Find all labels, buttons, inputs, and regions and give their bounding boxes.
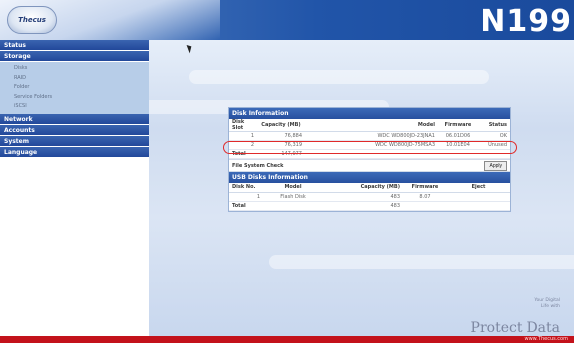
usb-total-capacity: 483 xyxy=(323,201,403,211)
tagline-right: Your Digital Life with Data xyxy=(526,298,560,336)
menu-network[interactable]: Network xyxy=(0,113,149,125)
usb-total-label: Total xyxy=(229,201,263,211)
submenu-iscsi[interactable]: iSCSI xyxy=(0,102,149,112)
logo-text: Thecus xyxy=(18,16,46,24)
menu-storage[interactable]: Storage xyxy=(0,51,149,62)
apply-button[interactable]: Apply xyxy=(484,160,507,171)
menu-system[interactable]: System xyxy=(0,135,149,147)
file-system-check-label: File System Check xyxy=(232,162,284,169)
menu-status[interactable]: Status xyxy=(0,40,149,51)
firmware-cell: 06.01D06 xyxy=(438,131,478,141)
tagline-small-2: Life with xyxy=(540,304,560,309)
col-usb-capacity: Capacity (MB) xyxy=(323,183,403,193)
submenu-raid[interactable]: RAID xyxy=(0,74,149,84)
footer-bar: www.Thecus.com xyxy=(0,336,574,343)
col-usb-model: Model xyxy=(263,183,323,193)
capacity-cell: 76,884 xyxy=(257,131,305,141)
usb-eject-cell[interactable] xyxy=(447,192,510,202)
status-cell: OK xyxy=(478,131,510,141)
total-row: Total 483 xyxy=(229,201,510,211)
disk-slot-cell: 1 xyxy=(229,131,257,141)
menu-language[interactable]: Language xyxy=(0,146,149,158)
storage-submenu: Disks RAID Folder Service Folders iSCSI xyxy=(0,62,149,114)
table-row: 1 76,884 WDC WD800JD-23JNA1 06.01D06 OK xyxy=(229,131,510,141)
table-row: 1 Flash Disk 483 8.07 xyxy=(229,192,510,202)
col-eject: Eject xyxy=(447,183,510,193)
col-disk-no: Disk No. xyxy=(229,183,263,193)
col-usb-firmware: Firmware xyxy=(403,183,447,193)
disk-info-title: Disk Information xyxy=(229,108,510,119)
col-status: Status xyxy=(478,119,510,132)
file-system-check-row: File System Check Apply xyxy=(229,159,510,172)
sidebar: Status Storage Disks RAID Folder Service… xyxy=(0,40,149,336)
usb-firmware-cell: 8.07 xyxy=(403,192,447,202)
menu-accounts[interactable]: Accounts xyxy=(0,124,149,136)
background-streak xyxy=(189,70,489,84)
nas-admin-page: Thecus N199 Status Storage Disks RAID Fo… xyxy=(0,0,574,343)
col-disk-slot: Disk Slot xyxy=(229,119,257,132)
tagline: Protect Your Digital Life with Data xyxy=(471,298,560,336)
usb-capacity-cell: 483 xyxy=(323,192,403,202)
submenu-disks[interactable]: Disks xyxy=(0,64,149,74)
thecus-logo[interactable]: Thecus xyxy=(7,6,57,34)
table-header-row: Disk Slot Capacity (MB) Model Firmware S… xyxy=(229,119,510,132)
submenu-service-folders[interactable]: Service Folders xyxy=(0,93,149,103)
usb-info-title: USB Disks Information xyxy=(229,172,510,183)
tagline-protect: Protect xyxy=(470,320,523,336)
header-banner: Thecus N199 xyxy=(0,0,574,40)
model-cell: WDC WD800JD-23JNA1 xyxy=(305,131,438,141)
col-firmware: Firmware xyxy=(438,119,478,132)
disk-information-panel: Disk Information Disk Slot Capacity (MB)… xyxy=(223,107,517,212)
usb-info-table: Disk No. Model Capacity (MB) Firmware Ej… xyxy=(229,183,510,211)
model-name: N199 xyxy=(480,4,572,39)
usb-disk-no-cell: 1 xyxy=(229,192,263,202)
tagline-data: Data xyxy=(526,320,560,336)
col-capacity: Capacity (MB) xyxy=(257,119,305,132)
submenu-folder[interactable]: Folder xyxy=(0,83,149,93)
highlight-circle xyxy=(223,141,517,154)
mouse-cursor-icon xyxy=(186,43,194,54)
footer-url[interactable]: www.Thecus.com xyxy=(525,336,569,343)
table-header-row: Disk No. Model Capacity (MB) Firmware Ej… xyxy=(229,183,510,193)
background-streak xyxy=(269,255,574,269)
col-model: Model xyxy=(305,119,438,132)
usb-model-cell: Flash Disk xyxy=(263,192,323,202)
